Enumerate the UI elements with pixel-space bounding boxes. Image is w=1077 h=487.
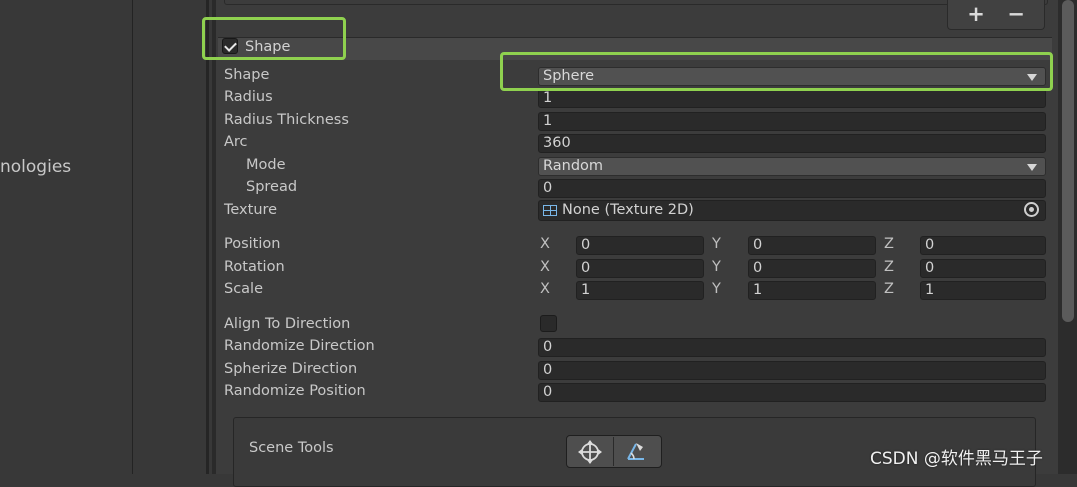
spherize-direction-field[interactable]: 0 [538,361,1046,380]
align-to-direction-checkbox[interactable] [540,315,557,332]
rotation-x-label[interactable]: X [540,259,550,275]
randomize-direction-field[interactable]: 0 [538,338,1046,357]
scene-tools-label: Scene Tools [249,440,334,456]
radius-field[interactable]: 1 [538,89,1046,108]
scene-tools-divider [613,437,614,466]
scale-y-field[interactable]: 1 [748,281,876,300]
spherize-direction-label: Spherize Direction [224,361,358,377]
spread-field[interactable]: 0 [538,179,1046,198]
position-label: Position [224,236,281,252]
scale-x-field[interactable]: 1 [576,281,704,300]
spread-label: Spread [246,179,298,195]
position-y-label[interactable]: Y [712,236,721,252]
shape-label: Shape [224,67,270,83]
texture-value: None (Texture 2D) [562,202,694,218]
rotation-z-field[interactable]: 0 [920,259,1046,278]
position-x-field[interactable]: 0 [576,236,704,255]
radius-thickness-field[interactable]: 1 [538,112,1046,131]
rotation-z-label[interactable]: Z [884,259,894,275]
texture-label: Texture [224,202,278,218]
highlight-annotation-module [202,17,346,60]
align-to-direction-label: Align To Direction [224,316,351,332]
scale-label: Scale [224,281,264,297]
randomize-position-field[interactable]: 0 [538,383,1046,402]
position-x-label[interactable]: X [540,236,550,252]
randomize-direction-label: Randomize Direction [224,338,375,354]
scale-z-label[interactable]: Z [884,281,894,297]
mode-dropdown-value: Random [543,158,604,174]
hierarchy-panel [0,0,133,474]
object-picker-dot [1029,207,1034,212]
mode-label: Mode [246,157,286,173]
list-controls: + − [947,0,1045,30]
position-z-label[interactable]: Z [884,236,894,252]
scale-z-field[interactable]: 1 [920,281,1046,300]
radius-label: Radius [224,89,273,105]
arc-label: Arc [224,134,248,150]
rotation-x-field[interactable]: 0 [576,259,704,278]
scale-y-label[interactable]: Y [712,281,721,297]
add-button[interactable]: + [967,4,985,25]
left-panel-text: nologies [0,157,72,177]
rotation-label: Rotation [224,259,285,275]
randomize-position-label: Randomize Position [224,383,366,399]
scrollbar-thumb[interactable] [1062,0,1074,322]
secondary-panel [133,0,206,474]
arc-field[interactable]: 360 [538,134,1046,153]
position-y-field[interactable]: 0 [748,236,876,255]
rotation-y-label[interactable]: Y [712,259,721,275]
position-z-field[interactable]: 0 [920,236,1046,255]
watermark-text: CSDN @软件黑马王子 [870,449,1043,469]
radius-thickness-label: Radius Thickness [224,112,349,128]
remove-button[interactable]: − [1007,4,1025,25]
rotation-y-field[interactable]: 0 [748,259,876,278]
scale-x-label[interactable]: X [540,281,550,297]
texture-icon [543,205,557,216]
panel-splitter[interactable] [206,0,209,474]
edit-shape-icon[interactable] [624,439,648,463]
chevron-down-icon [1027,164,1037,171]
mode-dropdown[interactable]: Random [538,157,1046,176]
highlight-annotation-shape-dropdown [500,52,1053,91]
move-transform-icon[interactable] [577,440,603,464]
burst-list-box [224,0,1048,5]
